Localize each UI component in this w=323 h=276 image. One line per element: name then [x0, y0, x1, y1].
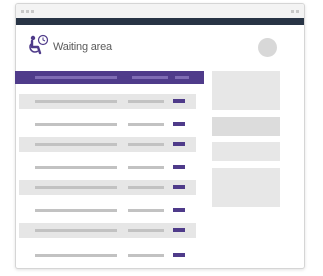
row-value	[128, 100, 164, 103]
window-dot[interactable]	[31, 10, 34, 13]
row-name	[35, 123, 117, 126]
table-row[interactable]	[19, 117, 196, 132]
row-name	[35, 209, 117, 212]
info-panel-large	[212, 168, 280, 207]
row-value	[128, 143, 164, 146]
row-name	[35, 166, 117, 169]
row-name	[35, 254, 117, 257]
window-controls-left	[21, 10, 34, 13]
row-status-tag[interactable]	[173, 253, 185, 257]
info-panel-small	[212, 142, 280, 161]
column-header[interactable]	[132, 76, 168, 79]
table-row[interactable]	[19, 203, 196, 218]
table-header	[15, 71, 204, 84]
wheelchair-clock-icon	[29, 34, 49, 55]
row-status-tag[interactable]	[173, 142, 185, 146]
avatar[interactable]	[258, 38, 277, 57]
page-title: Waiting area	[53, 41, 112, 53]
row-name	[35, 100, 117, 103]
info-panel-highlight[interactable]	[212, 117, 280, 136]
row-value	[128, 123, 164, 126]
row-name	[35, 186, 117, 189]
row-status-tag[interactable]	[173, 208, 185, 212]
row-status-tag[interactable]	[173, 185, 185, 189]
row-value	[128, 186, 164, 189]
row-value	[128, 209, 164, 212]
table-row[interactable]	[19, 223, 196, 238]
row-status-tag[interactable]	[173, 122, 185, 126]
row-name	[35, 229, 117, 232]
row-value	[128, 166, 164, 169]
row-value	[128, 254, 164, 257]
row-status-tag[interactable]	[173, 99, 185, 103]
row-name	[35, 143, 117, 146]
window-chrome	[16, 4, 304, 18]
window-dot[interactable]	[26, 10, 29, 13]
column-header[interactable]	[35, 76, 117, 79]
top-navigation-bar	[16, 18, 304, 25]
table-row[interactable]	[19, 137, 196, 152]
window-controls-right	[291, 10, 299, 13]
row-value	[128, 229, 164, 232]
column-header[interactable]	[175, 76, 189, 79]
table-row[interactable]	[19, 94, 196, 109]
row-status-tag[interactable]	[173, 228, 185, 232]
window-dot[interactable]	[296, 10, 299, 13]
window-dot[interactable]	[21, 10, 24, 13]
table-row[interactable]	[19, 180, 196, 195]
table-row[interactable]	[19, 248, 196, 263]
window-dot[interactable]	[291, 10, 294, 13]
info-panel	[212, 71, 280, 110]
row-status-tag[interactable]	[173, 165, 185, 169]
table-row[interactable]	[19, 160, 196, 175]
